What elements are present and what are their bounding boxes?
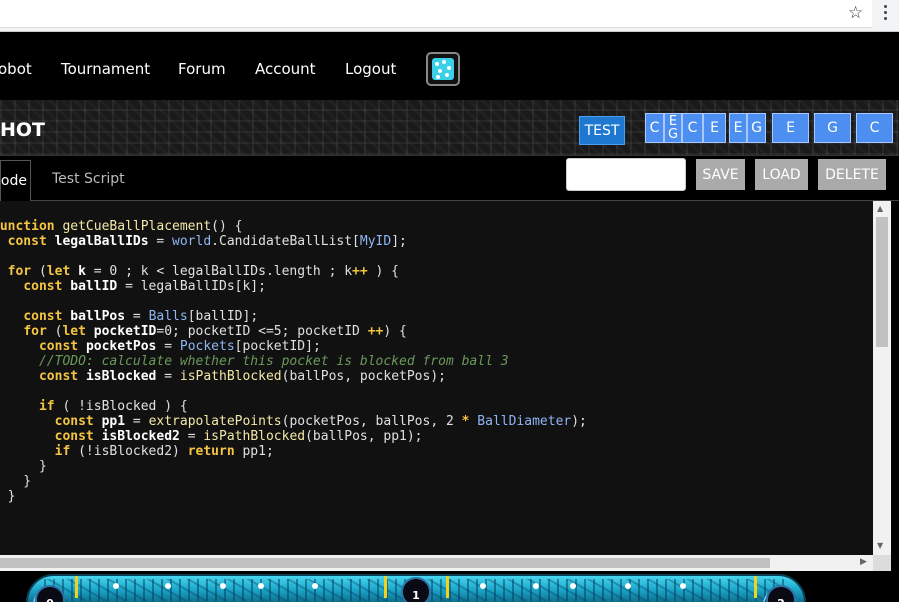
scroll-up-icon[interactable]: ▲ xyxy=(877,204,883,213)
editor-horizontal-scrollbar[interactable]: ▶ xyxy=(0,555,873,571)
nav-item-forum[interactable]: Forum xyxy=(178,60,226,78)
ball-1: 1 xyxy=(401,577,431,602)
table-button-7[interactable]: E xyxy=(772,113,809,143)
address-bar[interactable] xyxy=(0,0,872,28)
app-logo-icon[interactable] xyxy=(426,52,460,86)
rail-diamond-icon xyxy=(220,583,226,589)
horizontal-scroll-thumb[interactable] xyxy=(0,558,770,568)
table-button-4[interactable]: E xyxy=(703,113,726,143)
ball-0-label: 0 xyxy=(37,597,63,602)
scrollbar-corner xyxy=(873,555,891,571)
vertical-scroll-thumb[interactable] xyxy=(876,217,888,347)
rail-diamond-icon xyxy=(533,583,539,589)
table-button-9[interactable]: C xyxy=(856,113,893,143)
save-button[interactable]: SAVE xyxy=(696,159,745,190)
editor-vertical-scrollbar[interactable]: ▲ ▼ xyxy=(873,201,891,555)
nav-item-logout[interactable]: Logout xyxy=(345,60,396,78)
nav-item-tournament[interactable]: Tournament xyxy=(61,60,150,78)
code-content[interactable]: function getCueBallPlacement() { const l… xyxy=(0,219,587,504)
nav-item-account[interactable]: Account xyxy=(255,60,316,78)
script-name-input[interactable] xyxy=(566,158,686,191)
table-button-3[interactable]: C xyxy=(682,113,703,143)
rail-marker xyxy=(754,576,757,598)
todo-comment: //TODO: calculate whether this pocket is… xyxy=(38,354,509,369)
rail-marker xyxy=(75,576,78,598)
bookmark-star-icon[interactable]: ☆ xyxy=(848,3,863,23)
rail-diamond-icon xyxy=(680,583,686,589)
code-editor[interactable]: function getCueBallPlacement() { const l… xyxy=(0,201,873,555)
pool-table-preview: 0 1 2 xyxy=(0,571,891,602)
game-title: HOT xyxy=(0,119,46,141)
browser-chrome: ☆ xyxy=(0,0,899,32)
table-button-8[interactable]: G xyxy=(814,113,851,143)
tab-test-script[interactable]: Test Script xyxy=(52,171,125,187)
rail-marker xyxy=(384,576,387,598)
ball-1-label: 1 xyxy=(412,589,420,602)
rail-diamond-icon xyxy=(258,583,264,589)
table-button-2-bottom: G xyxy=(667,127,679,142)
table-button-6[interactable]: G xyxy=(747,113,766,143)
rail-diamond-icon xyxy=(165,583,171,589)
rail-diamond-icon xyxy=(625,583,631,589)
test-button[interactable]: TEST xyxy=(579,116,625,145)
scroll-right-icon[interactable]: ▶ xyxy=(860,557,867,567)
right-edge xyxy=(891,201,899,602)
rail-diamond-icon xyxy=(113,583,119,589)
delete-button[interactable]: DELETE xyxy=(818,159,886,190)
rail-diamond-icon xyxy=(312,583,318,589)
table-button-5[interactable]: E xyxy=(729,113,747,143)
rail-diamond-icon xyxy=(480,583,486,589)
editor-tabs: ode Test Script SAVE LOAD DELETE xyxy=(0,156,899,201)
site-nav: obot Tournament Forum Account Logout xyxy=(0,32,899,100)
load-button[interactable]: LOAD xyxy=(755,159,808,190)
nav-item-robot[interactable]: obot xyxy=(0,60,32,78)
rail-marker xyxy=(446,576,449,598)
game-header: HOT TEST C E G C E E G E G C xyxy=(0,100,899,156)
ball-2-label: 2 xyxy=(768,597,794,602)
tab-robot-code[interactable]: ode xyxy=(0,160,31,201)
rail-diamond-icon xyxy=(570,583,576,589)
table-button-1[interactable]: C xyxy=(645,113,664,143)
browser-menu-icon[interactable] xyxy=(884,5,888,23)
scroll-down-icon[interactable]: ▼ xyxy=(877,541,883,550)
table-button-2[interactable]: E G xyxy=(664,113,682,143)
